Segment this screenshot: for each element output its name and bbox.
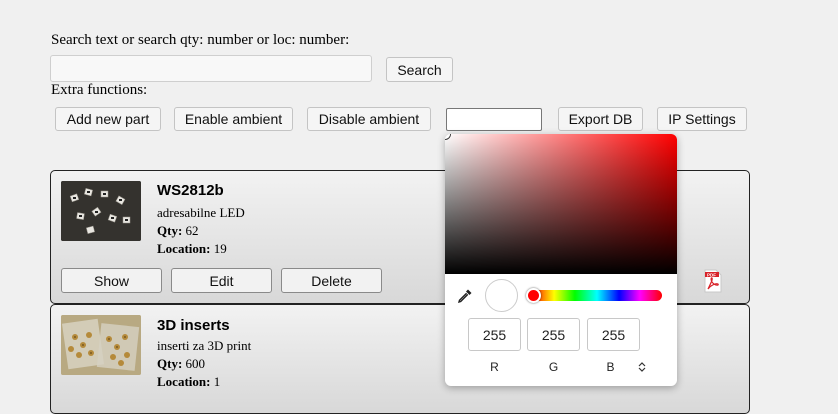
part-image	[61, 315, 141, 375]
show-button[interactable]: Show	[61, 268, 162, 293]
add-new-part-button[interactable]: Add new part	[55, 107, 161, 131]
part-description: adresabilne LED	[157, 205, 245, 220]
color-picker-popup: 255 255 255 R G B	[445, 134, 677, 386]
part-location: Location: 1	[157, 374, 220, 390]
color-input[interactable]	[446, 108, 542, 131]
qty-label: Qty:	[157, 356, 183, 371]
extra-functions-label: Extra functions:	[51, 82, 148, 98]
pdf-icon[interactable]: PDF	[704, 269, 722, 293]
part-name: 3D inserts	[157, 317, 230, 334]
location-value: 1	[213, 374, 221, 389]
ip-settings-button[interactable]: IP Settings	[657, 107, 747, 131]
blue-input[interactable]: 255	[587, 318, 640, 351]
search-label: Search text or search qty: number or loc…	[51, 32, 350, 48]
hue-handle[interactable]	[526, 288, 541, 303]
blue-label: B	[606, 360, 615, 374]
red-input[interactable]: 255	[468, 318, 521, 351]
saturation-value-area[interactable]	[445, 134, 677, 274]
part-qty: Qty: 600	[157, 356, 205, 372]
part-description: inserti za 3D print	[157, 338, 252, 353]
qty-value: 62	[185, 223, 199, 238]
part-name: WS2812b	[157, 182, 224, 199]
part-image	[61, 181, 141, 241]
export-db-button[interactable]: Export DB	[558, 107, 643, 131]
search-button[interactable]: Search	[386, 57, 453, 82]
part-location: Location: 19	[157, 241, 227, 257]
selected-color-swatch	[485, 279, 518, 312]
part-qty: Qty: 62	[157, 223, 199, 239]
edit-button[interactable]: Edit	[171, 268, 272, 293]
disable-ambient-button[interactable]: Disable ambient	[307, 107, 431, 131]
search-input[interactable]	[50, 55, 372, 82]
qty-label: Qty:	[157, 223, 183, 238]
location-value: 19	[213, 241, 227, 256]
delete-button[interactable]: Delete	[281, 268, 382, 293]
enable-ambient-button[interactable]: Enable ambient	[174, 107, 293, 131]
red-label: R	[490, 360, 499, 374]
qty-value: 600	[185, 356, 206, 371]
eyedropper-icon[interactable]	[457, 288, 473, 304]
location-label: Location:	[157, 374, 211, 389]
green-input[interactable]: 255	[527, 318, 580, 351]
svg-text:PDF: PDF	[707, 272, 716, 277]
location-label: Location:	[157, 241, 211, 256]
format-toggle-icon[interactable]	[637, 361, 647, 373]
hue-slider[interactable]	[526, 288, 662, 303]
green-label: G	[548, 360, 559, 374]
saturation-handle[interactable]	[445, 134, 450, 139]
